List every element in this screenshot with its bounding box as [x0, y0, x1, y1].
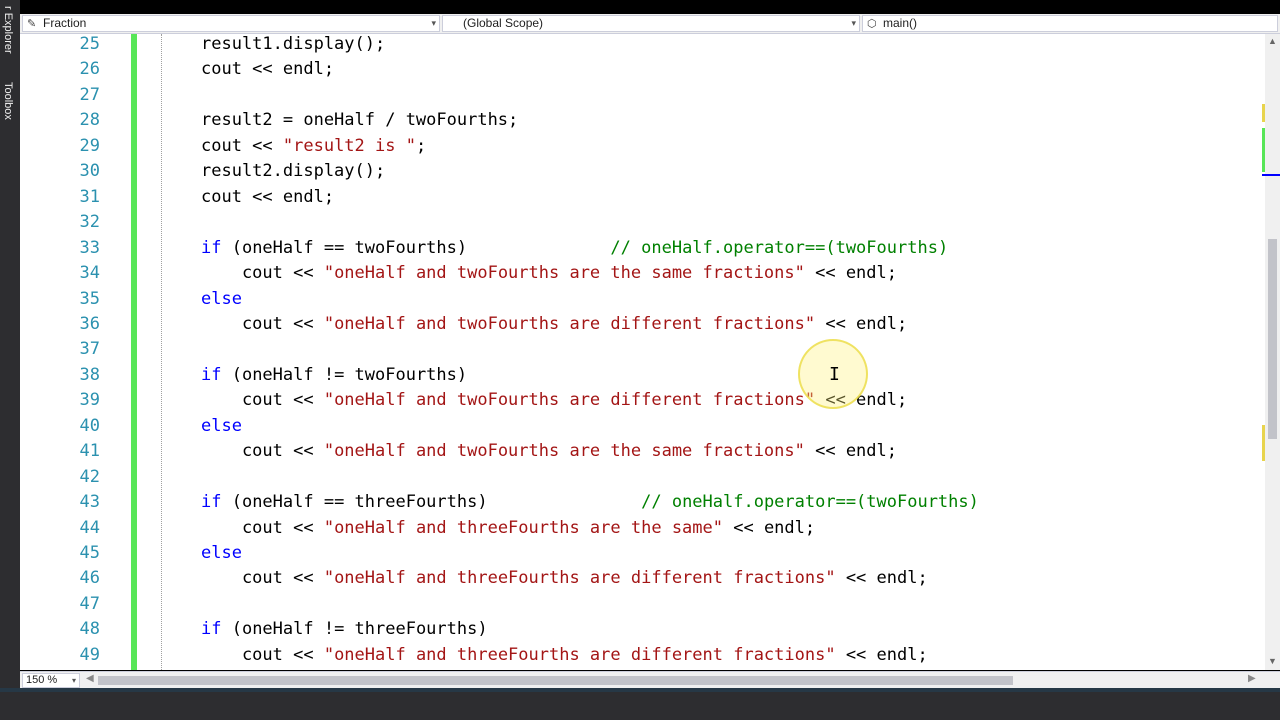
- code-line[interactable]: cout << "oneHalf and threeFourths are di…: [201, 643, 928, 668]
- member-dropdown[interactable]: ⬡ main(): [862, 15, 1278, 32]
- line-number: 31: [79, 186, 100, 207]
- code-line[interactable]: if (oneHalf == threeFourths) // oneHalf.…: [201, 490, 979, 515]
- project-icon: ✎: [27, 18, 37, 30]
- code-line[interactable]: cout << endl;: [201, 185, 334, 210]
- code-line[interactable]: else: [201, 287, 242, 312]
- code-line[interactable]: if (oneHalf != threeFourths): [201, 617, 488, 642]
- chevron-down-icon: ▾: [851, 18, 856, 28]
- indent-guide: [161, 34, 162, 670]
- line-number: 39: [79, 390, 100, 411]
- line-number: 42: [79, 466, 100, 487]
- code-line[interactable]: else: [201, 541, 242, 566]
- method-icon: ⬡: [867, 18, 877, 30]
- navigation-bar: ✎ Fraction ▾ (Global Scope) ▾ ⬡ main(): [20, 14, 1280, 34]
- line-number: 48: [79, 619, 100, 640]
- line-number: 32: [79, 212, 100, 233]
- line-number: 49: [79, 644, 100, 665]
- code-line[interactable]: else: [201, 414, 242, 439]
- top-strip: [20, 0, 1280, 14]
- line-number: 38: [79, 364, 100, 385]
- line-number: 30: [79, 161, 100, 182]
- code-line[interactable]: cout << "oneHalf and twoFourths are the …: [201, 261, 897, 286]
- line-number: 46: [79, 568, 100, 589]
- scope-label: (Global Scope): [463, 16, 544, 30]
- side-tool-rail: r Explorer Toolbox: [0, 0, 20, 720]
- line-number: 37: [79, 339, 100, 360]
- code-line[interactable]: cout << "oneHalf and threeFourths are th…: [201, 516, 815, 541]
- line-number: 43: [79, 492, 100, 513]
- line-number: 36: [79, 313, 100, 334]
- line-number: 25: [79, 34, 100, 54]
- code-line[interactable]: if (oneHalf != twoFourths): [201, 363, 467, 388]
- project-label: Fraction: [43, 16, 87, 30]
- chevron-down-icon: ▾: [431, 18, 436, 28]
- line-number: 35: [79, 288, 100, 309]
- code-line[interactable]: result2.display();: [201, 159, 385, 184]
- code-line[interactable]: cout << "oneHalf and twoFourths are diff…: [201, 388, 907, 413]
- code-line[interactable]: if (oneHalf == twoFourths) // oneHalf.op…: [201, 236, 948, 261]
- status-bar: [0, 688, 1280, 720]
- ibeam-cursor-icon: I: [829, 364, 840, 385]
- change-tracking-bar: [131, 34, 137, 670]
- line-number: 47: [79, 593, 100, 614]
- zoom-label: 150 %: [26, 674, 58, 686]
- line-number-gutter: 25 26 27 28 29 30 31 32 33 34 35 36 37 38 39 40 41 42 43 44…: [20, 34, 100, 670]
- line-number: 45: [79, 543, 100, 563]
- scroll-down-icon[interactable]: ▼: [1268, 656, 1277, 666]
- vertical-scroll-thumb[interactable]: [1268, 239, 1277, 439]
- scroll-marker: [1262, 425, 1265, 461]
- scope-dropdown[interactable]: (Global Scope) ▾: [442, 15, 860, 32]
- line-number: 27: [79, 84, 100, 105]
- status-accent: [0, 688, 1280, 692]
- scroll-marker-caret: [1262, 174, 1280, 176]
- member-label: main(): [883, 16, 918, 30]
- zoom-dropdown[interactable]: 150 % ▾: [22, 673, 80, 688]
- line-number: 44: [79, 517, 100, 538]
- horizontal-scroll-thumb[interactable]: [98, 676, 1013, 685]
- code-line[interactable]: cout << "oneHalf and twoFourths are diff…: [201, 312, 907, 337]
- scroll-marker: [1262, 104, 1265, 122]
- solution-explorer-tab[interactable]: r Explorer: [0, 6, 14, 54]
- line-number: 29: [79, 135, 100, 156]
- project-dropdown[interactable]: ✎ Fraction ▾: [22, 15, 440, 32]
- code-line[interactable]: cout << "oneHalf and twoFourths are the …: [201, 439, 897, 464]
- code-line[interactable]: result1.display();: [201, 34, 385, 57]
- line-number: 41: [79, 441, 100, 462]
- code-line[interactable]: cout << "result2 is ";: [201, 134, 426, 159]
- scroll-marker: [1262, 128, 1265, 172]
- line-number: 34: [79, 263, 100, 284]
- code-line[interactable]: cout << endl;: [201, 57, 334, 82]
- line-number: 26: [79, 59, 100, 80]
- code-line[interactable]: cout << "oneHalf and threeFourths are di…: [201, 566, 928, 591]
- toolbox-tab[interactable]: Toolbox: [0, 82, 14, 120]
- chevron-down-icon: ▾: [71, 676, 76, 685]
- line-number: 33: [79, 237, 100, 258]
- line-number: 28: [79, 110, 100, 131]
- code-line[interactable]: result2 = oneHalf / twoFourths;: [201, 108, 518, 133]
- scroll-up-icon[interactable]: ▲: [1268, 36, 1277, 46]
- horizontal-scroll-area: 150 % ▾ ◀ ▶: [20, 671, 1280, 689]
- code-editor[interactable]: 25 26 27 28 29 30 31 32 33 34 35 36 37 38 39 40 41 42 43 44…: [20, 34, 1265, 670]
- vertical-scrollbar[interactable]: ▲ ▼: [1265, 34, 1280, 670]
- scroll-left-icon[interactable]: ◀: [86, 673, 94, 684]
- line-number: 40: [79, 415, 100, 436]
- scroll-right-icon[interactable]: ▶: [1248, 673, 1256, 684]
